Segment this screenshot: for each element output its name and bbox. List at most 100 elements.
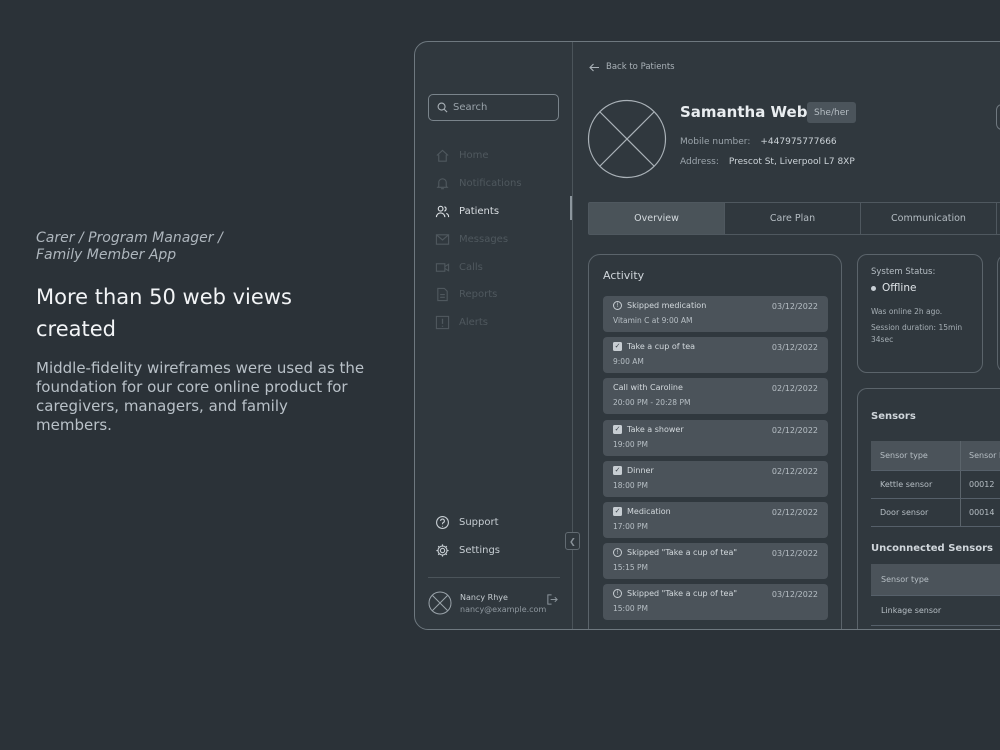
activity-item-date: 03/12/2022 bbox=[771, 343, 818, 353]
list-item[interactable]: ✓ Take a cup of tea 9:00 AM 03/12/2022 bbox=[603, 337, 828, 374]
unconnected-sensors-table: Sensor type Linkage sensor bbox=[871, 564, 1000, 626]
avatar bbox=[428, 591, 452, 615]
main-content: Back to Patients Samantha Webb She/her M… bbox=[574, 42, 1000, 629]
list-item[interactable]: ! Skipped "Take a cup of tea" 15:00 PM 03… bbox=[603, 584, 828, 621]
sidebar-item-notifications[interactable]: Notifications bbox=[435, 170, 565, 198]
list-item[interactable]: ✓ Take a shower 19:00 PM 02/12/2022 bbox=[603, 419, 828, 456]
video-icon bbox=[435, 262, 450, 272]
promo-description: Middle-fidelity wireframes were used as … bbox=[36, 359, 365, 434]
unconnected-sensors-title: Unconnected Sensors bbox=[871, 543, 993, 554]
warning-icon: ! bbox=[613, 548, 622, 558]
activity-item-date: 03/12/2022 bbox=[771, 302, 818, 311]
table-row[interactable]: Door sensor 00014 bbox=[871, 499, 1000, 527]
active-indicator bbox=[570, 196, 572, 220]
user-name: Nancy Rhye bbox=[460, 593, 508, 602]
divider bbox=[428, 577, 560, 578]
activity-item-subtitle: 15:00 PM bbox=[613, 604, 648, 614]
header-action-button[interactable] bbox=[996, 104, 1000, 130]
address-row: Address: Prescot St, Liverpool L7 8XP bbox=[680, 157, 855, 167]
activity-item-subtitle: 18:00 PM bbox=[613, 480, 648, 490]
gear-icon bbox=[436, 544, 449, 557]
table-header-row: Sensor type Sensor I bbox=[871, 441, 1000, 471]
sidebar-item-home[interactable]: Home bbox=[435, 142, 565, 170]
user-profile[interactable]: Nancy Rhye nancy@example.com bbox=[428, 591, 563, 619]
search-input[interactable]: Search bbox=[428, 94, 559, 121]
activity-item-title: Skipped "Take a cup of tea" bbox=[627, 548, 738, 558]
check-icon: ✓ bbox=[613, 424, 622, 434]
tab-communication[interactable]: Communication bbox=[861, 203, 997, 234]
sidebar: Search Home Notifications Patients Messa… bbox=[415, 42, 573, 629]
sensors-table: Sensor type Sensor I Kettle sensor 00012… bbox=[871, 441, 1000, 527]
patient-avatar bbox=[587, 99, 667, 179]
last-online-text: Was online 2h ago. bbox=[871, 307, 943, 316]
sidebar-item-alerts[interactable]: Alerts bbox=[435, 309, 565, 337]
help-icon bbox=[436, 516, 449, 530]
activity-list: ! Skipped medication Vitamin C at 9:00 AM… bbox=[603, 296, 828, 626]
activity-panel: Activity ! Skipped medication Vitamin C a… bbox=[588, 254, 842, 629]
sidebar-item-label: Notifications bbox=[459, 178, 522, 190]
table-header-row: Sensor type bbox=[871, 564, 1000, 596]
activity-item-subtitle: Vitamin C at 9:00 AM bbox=[613, 316, 693, 325]
activity-item-title: Medication bbox=[627, 506, 671, 516]
sidebar-item-label: Messages bbox=[459, 233, 509, 245]
promo-panel: Carer / Program Manager / Family Member … bbox=[36, 230, 366, 435]
activity-item-title: Call with Caroline bbox=[613, 383, 683, 393]
promo-headline: More than 50 web views created bbox=[36, 285, 292, 341]
activity-item-date: 02/12/2022 bbox=[771, 384, 818, 394]
patient-tabs: Overview Care Plan Communication bbox=[588, 202, 1000, 235]
list-item[interactable]: ! Skipped "Take a cup of tea" 15:15 PM 03… bbox=[603, 543, 828, 580]
home-icon bbox=[436, 149, 449, 163]
tab-overview[interactable]: Overview bbox=[589, 203, 725, 234]
table-cell: 00014 bbox=[969, 508, 995, 517]
sidebar-item-label: Support bbox=[459, 517, 499, 529]
sensors-title: Sensors bbox=[871, 411, 916, 422]
activity-item-date: 03/12/2022 bbox=[771, 549, 818, 559]
check-icon: ✓ bbox=[613, 465, 622, 475]
activity-item-date: 02/12/2022 bbox=[771, 507, 818, 517]
warning-icon: ! bbox=[613, 589, 622, 599]
system-status-card: System Status: Offline Was online 2h ago… bbox=[857, 254, 983, 373]
tab-care-plan[interactable]: Care Plan bbox=[725, 203, 861, 234]
column-header: Sensor type bbox=[871, 441, 961, 470]
activity-item-date: 02/12/2022 bbox=[771, 425, 818, 435]
patient-name: Samantha Webb bbox=[680, 103, 819, 121]
sidebar-item-label: Patients bbox=[459, 205, 500, 217]
sensors-panel: Sensors Sensor type Sensor I Kettle sens… bbox=[857, 388, 1000, 629]
check-icon: ✓ bbox=[613, 342, 622, 352]
status-label: System Status: bbox=[871, 267, 936, 277]
sidebar-nav: Home Notifications Patients Messages Cal… bbox=[435, 142, 565, 337]
column-header: Sensor I bbox=[969, 451, 1000, 460]
alert-icon bbox=[435, 316, 450, 330]
mail-icon bbox=[435, 234, 450, 245]
activity-item-subtitle: 19:00 PM bbox=[613, 439, 648, 449]
logout-icon[interactable] bbox=[546, 593, 559, 606]
activity-title: Activity bbox=[603, 269, 645, 282]
list-item[interactable]: ✓ Medication 17:00 PM 02/12/2022 bbox=[603, 501, 828, 538]
search-icon bbox=[437, 102, 448, 113]
sidebar-item-messages[interactable]: Messages bbox=[435, 225, 565, 253]
back-link-label: Back to Patients bbox=[606, 62, 675, 72]
table-row[interactable]: Linkage sensor bbox=[871, 596, 1000, 626]
sidebar-item-settings[interactable]: Settings bbox=[435, 537, 565, 565]
sidebar-item-reports[interactable]: Reports bbox=[435, 281, 565, 309]
app-window: Search Home Notifications Patients Messa… bbox=[414, 41, 1000, 630]
sidebar-item-label: Alerts bbox=[459, 317, 489, 329]
promo-kicker: Carer / Program Manager / Family Member … bbox=[36, 230, 223, 263]
activity-item-title: Take a shower bbox=[627, 424, 684, 434]
users-icon bbox=[435, 205, 450, 218]
table-cell: Door sensor bbox=[871, 499, 961, 526]
back-link[interactable]: Back to Patients bbox=[589, 62, 675, 72]
arrow-left-icon bbox=[589, 63, 599, 71]
warning-icon: ! bbox=[613, 301, 622, 310]
sidebar-item-support[interactable]: Support bbox=[435, 509, 565, 537]
activity-item-subtitle: 15:15 PM bbox=[613, 563, 648, 573]
pronoun-badge: She/her bbox=[807, 102, 856, 123]
sidebar-item-calls[interactable]: Calls bbox=[435, 253, 565, 281]
list-item[interactable]: Call with Caroline 20:00 PM - 20:28 PM 0… bbox=[603, 378, 828, 415]
table-row[interactable]: Kettle sensor 00012 bbox=[871, 471, 1000, 499]
sidebar-item-label: Settings bbox=[459, 545, 501, 557]
sidebar-item-label: Reports bbox=[459, 289, 498, 301]
list-item[interactable]: ! Skipped medication Vitamin C at 9:00 AM… bbox=[603, 296, 828, 332]
sidebar-item-patients[interactable]: Patients bbox=[435, 198, 565, 226]
list-item[interactable]: ✓ Dinner 18:00 PM 02/12/2022 bbox=[603, 460, 828, 497]
